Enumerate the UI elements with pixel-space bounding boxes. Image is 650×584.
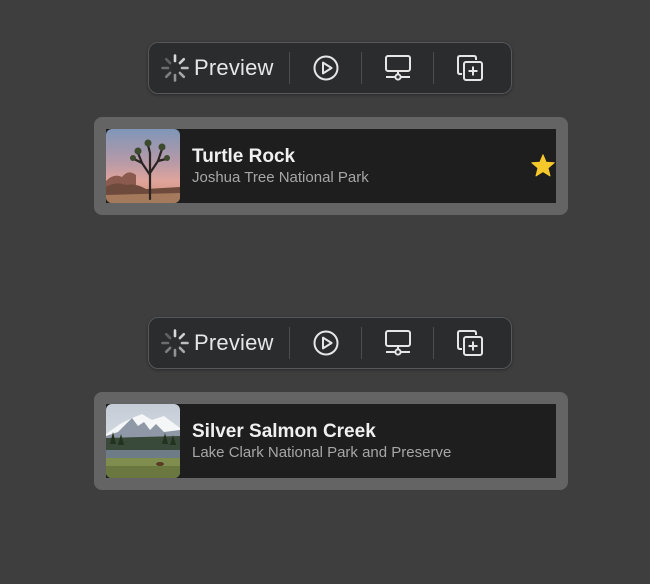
live-preview-button[interactable] bbox=[290, 43, 361, 93]
landmark-name: Turtle Rock bbox=[192, 145, 296, 167]
landmark-row[interactable]: Turtle Rock Joshua Tree National Park bbox=[106, 129, 556, 203]
landmark-text: Turtle Rock Joshua Tree National Park bbox=[192, 146, 530, 187]
xcode-canvas: Preview Turtle Rock Joshua Tree National… bbox=[0, 0, 650, 584]
duplicate-preview-button[interactable] bbox=[434, 318, 505, 368]
landmark-text: Silver Salmon Creek Lake Clark National … bbox=[192, 421, 556, 462]
preview-frame: Turtle Rock Joshua Tree National Park bbox=[94, 117, 568, 215]
landmark-row[interactable]: Silver Salmon Creek Lake Clark National … bbox=[106, 404, 556, 478]
park-name: Joshua Tree National Park bbox=[192, 168, 369, 186]
preview-selector[interactable]: Preview bbox=[149, 318, 289, 368]
landmark-name: Silver Salmon Creek bbox=[192, 420, 376, 442]
device-settings-button[interactable] bbox=[362, 43, 433, 93]
loading-spinner-icon bbox=[161, 54, 189, 82]
device-settings-icon bbox=[384, 55, 411, 81]
park-name: Lake Clark National Park and Preserve bbox=[192, 443, 452, 461]
play-icon bbox=[313, 330, 338, 356]
mountain-meadow-thumbnail bbox=[106, 404, 180, 478]
preview-selector[interactable]: Preview bbox=[149, 43, 289, 93]
favorite-star-icon bbox=[531, 154, 555, 177]
device-settings-icon bbox=[384, 330, 411, 356]
play-icon bbox=[313, 55, 338, 81]
duplicate-icon bbox=[456, 330, 483, 356]
preview-label: Preview bbox=[194, 55, 274, 80]
preview-toolbar: Preview bbox=[148, 317, 512, 369]
duplicate-icon bbox=[456, 55, 483, 81]
device-settings-button[interactable] bbox=[362, 318, 433, 368]
loading-spinner-icon bbox=[161, 329, 189, 357]
duplicate-preview-button[interactable] bbox=[434, 43, 505, 93]
preview-label: Preview bbox=[194, 330, 274, 355]
preview-frame: Silver Salmon Creek Lake Clark National … bbox=[94, 392, 568, 490]
joshua-tree-thumbnail bbox=[106, 129, 180, 203]
preview-toolbar: Preview bbox=[148, 42, 512, 94]
live-preview-button[interactable] bbox=[290, 318, 361, 368]
